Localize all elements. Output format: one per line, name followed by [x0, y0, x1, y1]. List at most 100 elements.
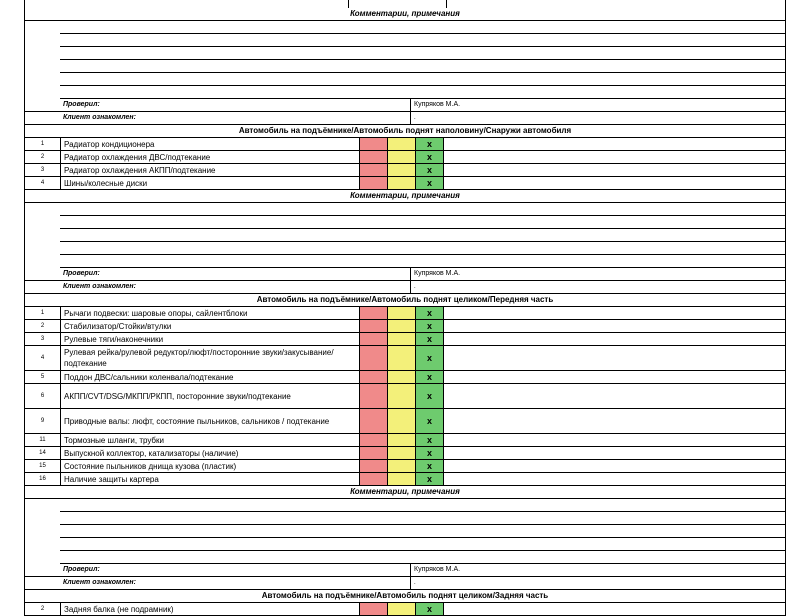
status-bad-cell[interactable] — [360, 409, 388, 433]
comment-line[interactable] — [24, 229, 786, 242]
item-number: 1 — [25, 138, 61, 150]
status-warn-cell[interactable] — [388, 371, 416, 383]
checklist-item: 6 АКПП/CVT/DSG/МКПП/РКПП, посторонние зву… — [24, 384, 786, 409]
comment-line[interactable] — [24, 551, 786, 564]
checklist-item: 5 Поддон ДВС/сальники коленвала/подтекани… — [24, 371, 786, 384]
status-bad-cell[interactable] — [360, 307, 388, 319]
status-bad-cell[interactable] — [360, 346, 388, 370]
item-note-cell[interactable] — [444, 603, 785, 615]
status-bad-cell[interactable] — [360, 434, 388, 446]
item-note-cell[interactable] — [444, 177, 785, 189]
checklist-item: 2 Радиатор охлаждения ДВС/подтекание x — [24, 151, 786, 164]
status-warn-cell[interactable] — [388, 151, 416, 163]
checked-by-value[interactable]: Купряков М.А. — [411, 99, 785, 111]
item-name: Задняя балка (не подрамник) — [61, 603, 360, 615]
status-warn-cell[interactable] — [388, 177, 416, 189]
comment-line[interactable] — [24, 34, 786, 47]
status-bad-cell[interactable] — [360, 384, 388, 408]
comment-line[interactable] — [24, 47, 786, 60]
status-warn-cell[interactable] — [388, 164, 416, 176]
status-ok-cell[interactable]: x — [416, 177, 444, 189]
client-acknowledged-value[interactable]: . — [411, 281, 785, 293]
status-ok-cell[interactable]: x — [416, 320, 444, 332]
status-warn-cell[interactable] — [388, 333, 416, 345]
item-note-cell[interactable] — [444, 307, 785, 319]
status-bad-cell[interactable] — [360, 151, 388, 163]
status-warn-cell[interactable] — [388, 320, 416, 332]
status-warn-cell[interactable] — [388, 138, 416, 150]
status-bad-cell[interactable] — [360, 447, 388, 459]
inspection-sheet: Комментарии, примечания Проверил: Купряков… — [24, 8, 786, 616]
comment-line[interactable] — [24, 60, 786, 73]
status-ok-cell[interactable]: x — [416, 473, 444, 485]
item-note-cell[interactable] — [444, 447, 785, 459]
status-ok-cell[interactable]: x — [416, 409, 444, 433]
status-ok-cell[interactable]: x — [416, 603, 444, 615]
status-warn-cell[interactable] — [388, 346, 416, 370]
comment-line[interactable] — [24, 203, 786, 216]
comment-line[interactable] — [24, 21, 786, 34]
status-ok-cell[interactable]: x — [416, 307, 444, 319]
status-ok-cell[interactable]: x — [416, 151, 444, 163]
status-bad-cell[interactable] — [360, 320, 388, 332]
comment-line[interactable] — [24, 73, 786, 86]
status-ok-cell[interactable]: x — [416, 164, 444, 176]
comment-line[interactable] — [24, 255, 786, 268]
status-warn-cell[interactable] — [388, 409, 416, 433]
comment-line[interactable] — [24, 512, 786, 525]
status-bad-cell[interactable] — [360, 333, 388, 345]
item-name: Радиатор охлаждения АКПП/подтекание — [61, 164, 360, 176]
status-ok-cell[interactable]: x — [416, 346, 444, 370]
comments-header: Комментарии, примечания — [24, 8, 786, 21]
comment-line[interactable] — [24, 242, 786, 255]
comments-header: Комментарии, примечания — [24, 486, 786, 499]
check-mark-icon: x — [426, 165, 432, 175]
status-ok-cell[interactable]: x — [416, 333, 444, 345]
status-warn-cell[interactable] — [388, 603, 416, 615]
item-note-cell[interactable] — [444, 371, 785, 383]
section-header: Автомобиль на подъёмнике/Автомобиль подн… — [24, 590, 786, 603]
status-ok-cell[interactable]: x — [416, 384, 444, 408]
status-ok-cell[interactable]: x — [416, 371, 444, 383]
status-bad-cell[interactable] — [360, 460, 388, 472]
item-note-cell[interactable] — [444, 409, 785, 433]
status-bad-cell[interactable] — [360, 371, 388, 383]
comment-line[interactable] — [24, 538, 786, 551]
status-bad-cell[interactable] — [360, 603, 388, 615]
status-ok-cell[interactable]: x — [416, 460, 444, 472]
status-warn-cell[interactable] — [388, 460, 416, 472]
comment-line[interactable] — [24, 86, 786, 99]
checked-by-value[interactable]: Купряков М.А. — [411, 564, 785, 576]
item-note-cell[interactable] — [444, 320, 785, 332]
comment-line[interactable] — [24, 499, 786, 512]
item-note-cell[interactable] — [444, 346, 785, 370]
item-name: АКПП/CVT/DSG/МКПП/РКПП, посторонние звук… — [61, 384, 360, 408]
status-warn-cell[interactable] — [388, 434, 416, 446]
checked-by-label: Проверил: — [25, 99, 411, 111]
status-bad-cell[interactable] — [360, 138, 388, 150]
item-note-cell[interactable] — [444, 473, 785, 485]
item-note-cell[interactable] — [444, 164, 785, 176]
status-bad-cell[interactable] — [360, 177, 388, 189]
client-acknowledged-value[interactable]: . — [411, 577, 785, 589]
status-warn-cell[interactable] — [388, 473, 416, 485]
status-ok-cell[interactable]: x — [416, 434, 444, 446]
check-mark-icon: x — [426, 604, 432, 614]
item-note-cell[interactable] — [444, 384, 785, 408]
status-ok-cell[interactable]: x — [416, 447, 444, 459]
status-warn-cell[interactable] — [388, 384, 416, 408]
status-warn-cell[interactable] — [388, 307, 416, 319]
checked-by-value[interactable]: Купряков М.А. — [411, 268, 785, 280]
comment-line[interactable] — [24, 525, 786, 538]
status-bad-cell[interactable] — [360, 164, 388, 176]
item-note-cell[interactable] — [444, 333, 785, 345]
item-note-cell[interactable] — [444, 434, 785, 446]
status-ok-cell[interactable]: x — [416, 138, 444, 150]
item-note-cell[interactable] — [444, 138, 785, 150]
status-warn-cell[interactable] — [388, 447, 416, 459]
client-acknowledged-value[interactable]: . — [411, 112, 785, 124]
comment-line[interactable] — [24, 216, 786, 229]
status-bad-cell[interactable] — [360, 473, 388, 485]
item-note-cell[interactable] — [444, 151, 785, 163]
item-note-cell[interactable] — [444, 460, 785, 472]
